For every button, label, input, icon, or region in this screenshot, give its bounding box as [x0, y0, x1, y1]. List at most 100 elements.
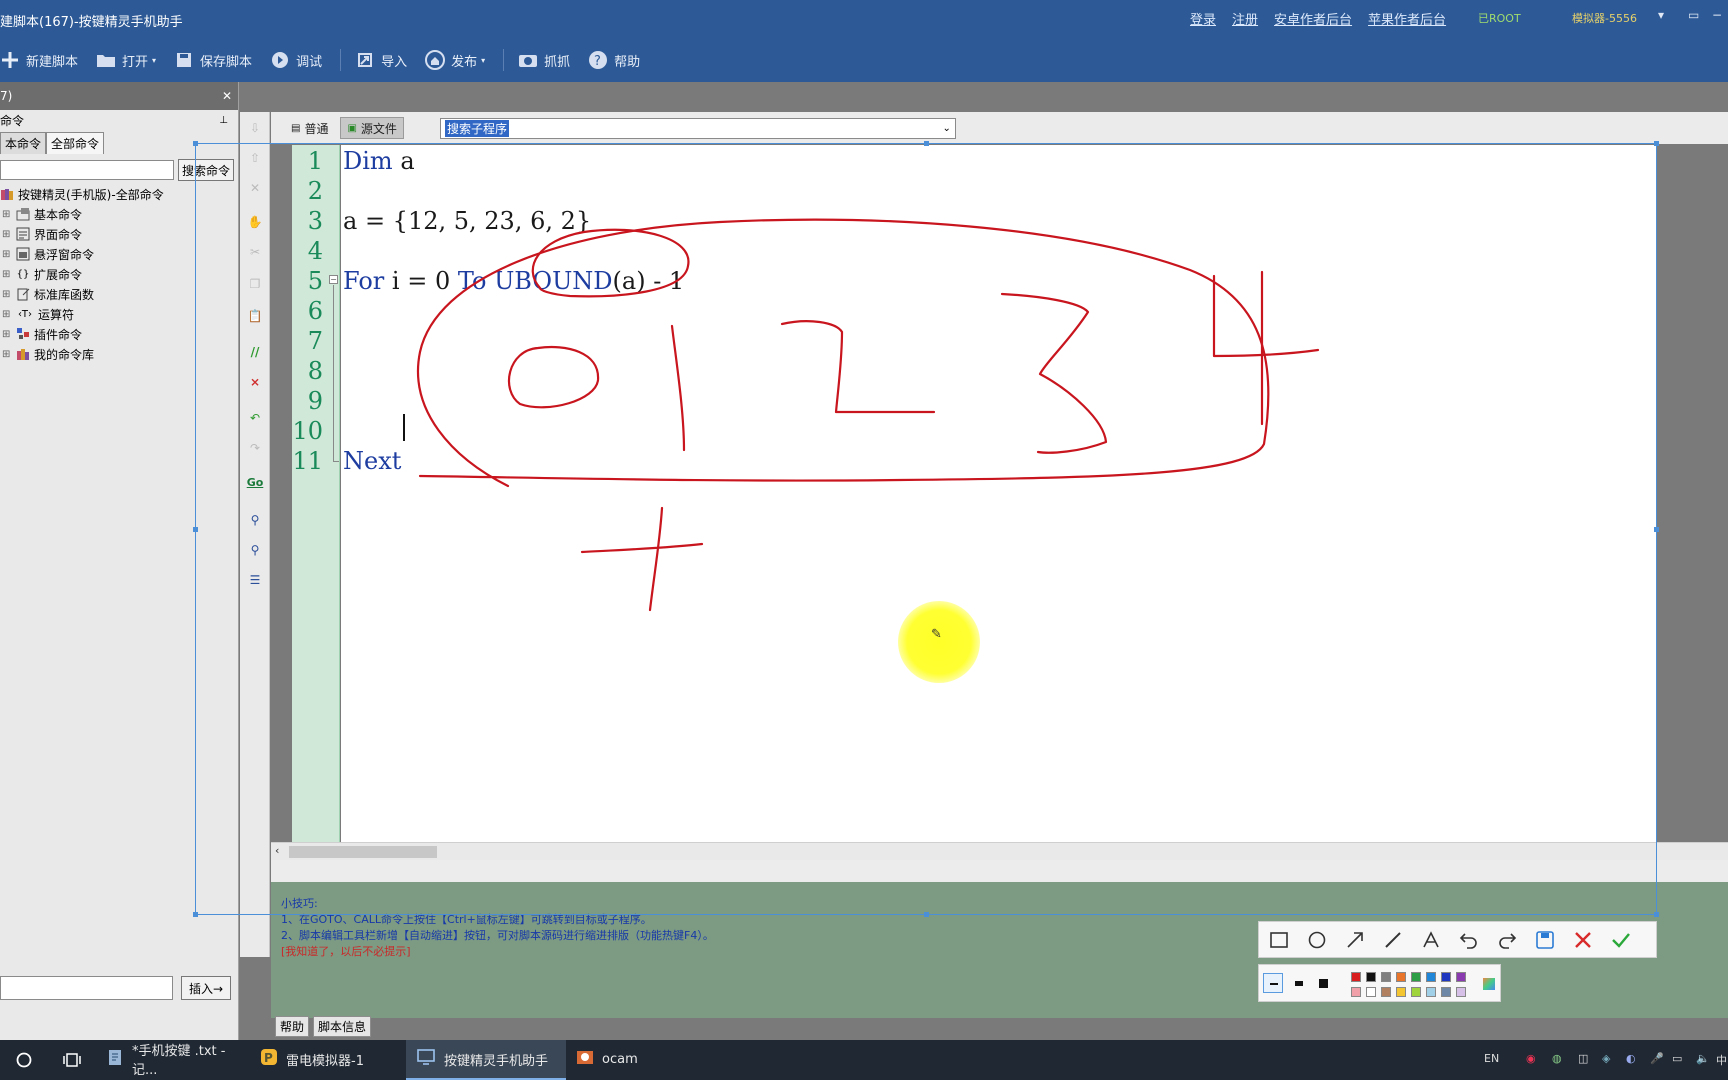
task-view-icon[interactable] — [48, 1052, 96, 1068]
close-icon[interactable]: ✕ — [222, 89, 232, 103]
tree-item-ui[interactable]: ⊞ 界面命令 — [0, 224, 238, 244]
color-swatch[interactable] — [1396, 972, 1406, 982]
search-command-button[interactable]: 搜索命令 — [178, 159, 235, 181]
move-down-icon[interactable]: ⇩ — [245, 118, 265, 138]
color-swatch[interactable] — [1381, 972, 1391, 982]
open-button[interactable]: 打开 ▾ — [96, 50, 156, 70]
taskbar-app-notepad[interactable]: *手机按键 .txt - 记... — [96, 1040, 250, 1080]
tray-app-icon[interactable]: ◈ — [1602, 1052, 1610, 1065]
code-editor[interactable] — [341, 145, 1656, 842]
save-script-button[interactable]: 保存脚本 — [174, 50, 252, 70]
size-small-button[interactable] — [1263, 973, 1283, 993]
emulator-select[interactable]: 模拟器-5556 — [1572, 10, 1637, 26]
volume-icon[interactable]: 🔈 — [1696, 1052, 1710, 1065]
register-link[interactable]: 注册 — [1232, 9, 1258, 28]
expand-icon[interactable]: ⊞ — [2, 349, 12, 360]
uncomment-icon[interactable]: ⨯ — [245, 372, 265, 392]
tab-help[interactable]: 帮助 — [275, 1016, 310, 1037]
color-swatch[interactable] — [1396, 987, 1406, 997]
tab-basic-commands[interactable]: 本命令 — [0, 132, 47, 154]
tree-item-basic[interactable]: ⊞ 基本命令 — [0, 204, 238, 224]
expand-icon[interactable]: ⊞ — [2, 269, 12, 280]
tree-item-stdlib[interactable]: ⊞ 标准库函数 — [0, 284, 238, 304]
microphone-icon[interactable]: 🎤 — [1650, 1052, 1664, 1065]
color-swatch[interactable] — [1366, 972, 1376, 982]
tree-item-root[interactable]: 按键精灵(手机版)-全部命令 — [0, 184, 238, 204]
import-button[interactable]: 导入 — [355, 50, 407, 70]
rect-icon[interactable] — [1267, 928, 1291, 952]
expand-icon[interactable]: ⊞ — [2, 309, 12, 320]
publish-button[interactable]: 发布 ▾ — [425, 50, 485, 70]
color-swatch[interactable] — [1411, 972, 1421, 982]
redo-icon[interactable] — [1495, 928, 1519, 952]
input-language[interactable]: EN — [1484, 1052, 1499, 1065]
color-swatch[interactable] — [1456, 987, 1466, 997]
pin-icon[interactable]: ⊥ — [219, 115, 228, 126]
delete-icon[interactable]: ✕ — [245, 178, 265, 198]
text-icon[interactable] — [1419, 928, 1443, 952]
cut-icon[interactable]: ✂ — [245, 242, 265, 262]
size-large-button[interactable] — [1319, 979, 1328, 988]
login-link[interactable]: 登录 — [1190, 9, 1216, 28]
color-swatch[interactable] — [1426, 987, 1436, 997]
tab-all-commands[interactable]: 全部命令 — [46, 132, 105, 154]
tree-item-operator[interactable]: ⊞ ‹T› 运算符 — [0, 304, 238, 324]
tree-item-mylib[interactable]: ⊞ 我的命令库 — [0, 344, 238, 364]
expand-icon[interactable]: ⊞ — [2, 329, 12, 340]
debug-button[interactable]: 调试 — [270, 50, 322, 70]
command-search-input[interactable] — [0, 160, 174, 180]
expand-icon[interactable]: ⊞ — [2, 289, 12, 300]
color-swatch[interactable] — [1381, 987, 1391, 997]
tree-item-ext[interactable]: ⊞ {} 扩展命令 — [0, 264, 238, 284]
paste-icon[interactable]: 📋 — [245, 306, 265, 326]
fold-marker-icon[interactable]: − — [329, 275, 338, 284]
chevron-down-icon[interactable]: ▾ — [1658, 8, 1664, 22]
color-swatch[interactable] — [1411, 987, 1421, 997]
scroll-left-icon[interactable]: ‹ — [275, 844, 279, 857]
color-swatch[interactable] — [1441, 972, 1451, 982]
source-mode-button[interactable]: ▣ 源文件 — [340, 117, 404, 139]
normal-mode-button[interactable]: ▤ 普通 — [285, 117, 334, 139]
network-icon[interactable]: ▭ — [1672, 1052, 1682, 1065]
start-circle-icon[interactable] — [0, 1052, 48, 1068]
minimize-icon[interactable]: − — [1712, 8, 1722, 22]
ellipse-icon[interactable] — [1305, 928, 1329, 952]
color-swatch[interactable] — [1366, 987, 1376, 997]
comment-icon[interactable]: // — [245, 342, 265, 362]
tree-item-plugin[interactable]: ⊞ 插件命令 — [0, 324, 238, 344]
left-doc-tab[interactable]: 7) ✕ — [0, 82, 238, 110]
tray-app-icon[interactable]: ◐ — [1626, 1052, 1636, 1065]
custom-color-icon[interactable] — [1483, 978, 1495, 990]
ime-icon[interactable]: 中 — [1716, 1052, 1727, 1068]
expand-icon[interactable]: ⊞ — [2, 249, 12, 260]
color-swatch[interactable] — [1426, 972, 1436, 982]
new-script-button[interactable]: 新建脚本 — [0, 50, 78, 70]
copy-icon[interactable]: ❐ — [245, 274, 265, 294]
confirm-icon[interactable] — [1609, 928, 1633, 952]
goto-icon[interactable]: Go — [245, 472, 265, 492]
record-icon[interactable]: ◉ — [1526, 1052, 1536, 1065]
apple-author-link[interactable]: 苹果作者后台 — [1368, 9, 1446, 28]
help-button[interactable]: ? 帮助 — [588, 50, 640, 70]
pen-icon[interactable] — [1381, 928, 1405, 952]
arrow-icon[interactable] — [1343, 928, 1367, 952]
find-icon[interactable]: ⚲ — [245, 510, 265, 530]
scroll-thumb[interactable] — [289, 846, 437, 858]
insert-button[interactable]: 插入→ — [181, 976, 231, 1000]
size-medium-button[interactable] — [1295, 981, 1303, 986]
subroutine-select[interactable]: 搜索子程序 ⌄ — [439, 117, 956, 139]
replace-icon[interactable]: ⚲ — [245, 540, 265, 560]
color-swatch[interactable] — [1351, 972, 1361, 982]
undo-icon[interactable]: ↶ — [245, 408, 265, 428]
tray-app-icon[interactable]: ◫ — [1578, 1052, 1588, 1065]
color-swatch[interactable] — [1441, 987, 1451, 997]
color-swatch[interactable] — [1351, 987, 1361, 997]
redo-icon[interactable]: ↷ — [245, 438, 265, 458]
taskbar-app-anjian[interactable]: 按键精灵手机助手 — [406, 1040, 566, 1080]
hand-icon[interactable]: ✋ — [245, 212, 265, 232]
save-icon[interactable] — [1533, 928, 1557, 952]
expand-icon[interactable]: ⊞ — [2, 209, 12, 220]
android-author-link[interactable]: 安卓作者后台 — [1274, 9, 1352, 28]
insert-input[interactable] — [0, 976, 173, 1000]
cancel-icon[interactable] — [1571, 928, 1595, 952]
